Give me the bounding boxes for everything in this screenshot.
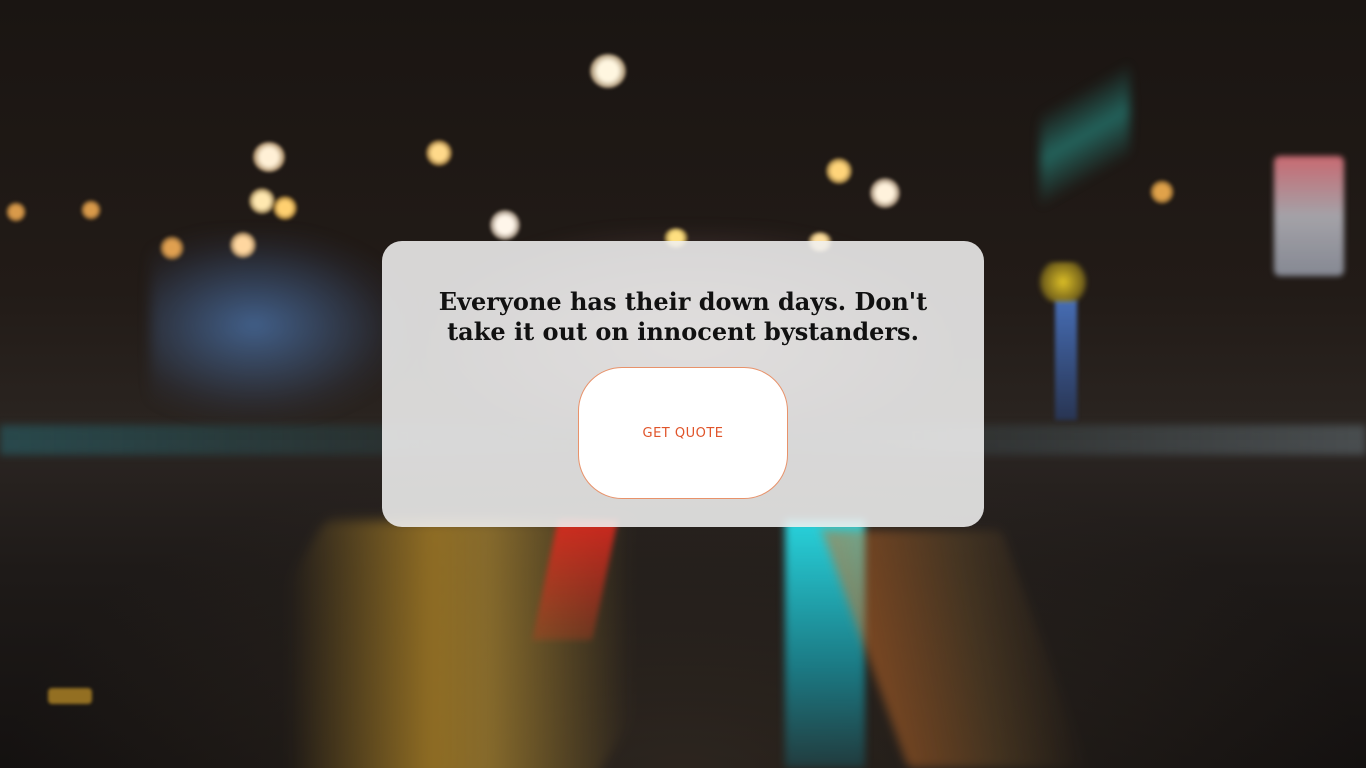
bokeh-light: [253, 142, 285, 172]
quote-card: Everyone has their down days. Don't take…: [382, 241, 984, 527]
blurred-blue-pole: [1055, 300, 1077, 420]
bokeh-light: [490, 210, 520, 240]
bokeh-light: [230, 232, 256, 258]
bokeh-light: [81, 200, 101, 220]
bokeh-light: [249, 188, 275, 214]
bokeh-light: [160, 236, 184, 260]
bokeh-light: [48, 688, 92, 704]
get-quote-button[interactable]: GET QUOTE: [578, 367, 788, 499]
blurred-blue-sign-glow: [150, 230, 410, 420]
bokeh-light: [273, 196, 297, 220]
blurred-red-sign: [1274, 156, 1344, 276]
bokeh-light: [1150, 180, 1174, 204]
bokeh-light: [426, 140, 452, 166]
blurred-teal-pole: [1040, 40, 1130, 230]
blurred-yellow-sign: [1036, 262, 1090, 302]
bokeh-light: [870, 178, 900, 208]
bokeh-light: [826, 158, 852, 184]
bokeh-light: [590, 54, 626, 88]
bokeh-light: [6, 202, 26, 222]
quote-text: Everyone has their down days. Don't take…: [438, 287, 928, 346]
